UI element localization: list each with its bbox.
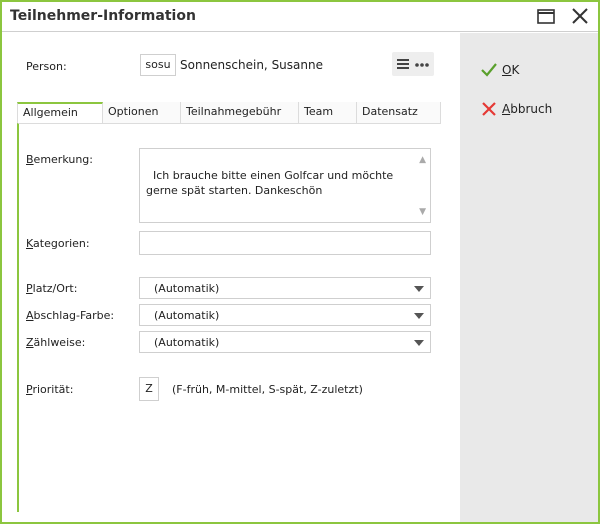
chevron-down-icon — [414, 313, 424, 319]
close-icon — [572, 8, 588, 24]
abschlag-label: Abschlag-Farbe: — [26, 309, 115, 322]
platz-select[interactable]: (Automatik) — [139, 277, 431, 299]
menu-more-icon — [397, 59, 429, 69]
prioritaet-label: Priorität: — [26, 383, 74, 396]
zaehlweise-label: Zählweise: — [26, 336, 86, 349]
bemerkung-text: Ich brauche bitte einen Golfcar und möch… — [146, 169, 394, 197]
tab-allgemein[interactable]: Allgemein — [17, 102, 103, 123]
chevron-down-icon — [414, 286, 424, 292]
zaehlweise-select[interactable]: (Automatik) — [139, 331, 431, 353]
ok-label: OK — [502, 63, 520, 77]
person-menu-button[interactable] — [392, 52, 434, 76]
scroll-down-icon[interactable]: ▼ — [419, 205, 426, 220]
person-name: Sonnenschein, Susanne — [180, 58, 323, 72]
abschlag-select[interactable]: (Automatik) — [139, 304, 431, 326]
chevron-down-icon — [414, 340, 424, 346]
person-code-field[interactable]: sosu — [140, 54, 176, 76]
tab-bar: Allgemein Optionen Teilnahmegebühr Team … — [17, 102, 441, 123]
bemerkung-textarea[interactable]: Ich brauche bitte einen Golfcar und möch… — [139, 148, 431, 223]
tab-optionen[interactable]: Optionen — [103, 102, 181, 123]
kategorien-label: Kategorien: — [26, 237, 90, 250]
window-title: Teilnehmer-Information — [10, 8, 196, 24]
cross-icon — [482, 102, 496, 116]
bemerkung-label: Bemerkung: — [26, 153, 93, 166]
title-bar: Teilnehmer-Information — [2, 2, 598, 32]
close-button[interactable] — [568, 6, 592, 28]
platz-label: Platz/Ort: — [26, 282, 78, 295]
prioritaet-input[interactable]: Z — [139, 377, 159, 401]
abschlag-value: (Automatik) — [154, 309, 220, 322]
maximize-icon — [537, 9, 555, 24]
cancel-label: Abbruch — [502, 102, 553, 116]
person-label: Person: — [26, 60, 67, 73]
maximize-button[interactable] — [534, 6, 558, 28]
kategorien-input[interactable] — [139, 231, 431, 255]
scroll-up-icon[interactable]: ▲ — [419, 153, 426, 168]
action-sidebar: OK Abbruch — [460, 33, 598, 522]
checkmark-icon — [481, 63, 497, 77]
tab-team[interactable]: Team — [299, 102, 357, 123]
zaehlweise-value: (Automatik) — [154, 336, 220, 349]
platz-value: (Automatik) — [154, 282, 220, 295]
prioritaet-hint: (F-früh, M-mittel, S-spät, Z-zuletzt) — [172, 383, 363, 396]
tab-datensatz[interactable]: Datensatz — [357, 102, 441, 123]
tab-teilnahmegebuehr[interactable]: Teilnahmegebühr — [181, 102, 299, 123]
